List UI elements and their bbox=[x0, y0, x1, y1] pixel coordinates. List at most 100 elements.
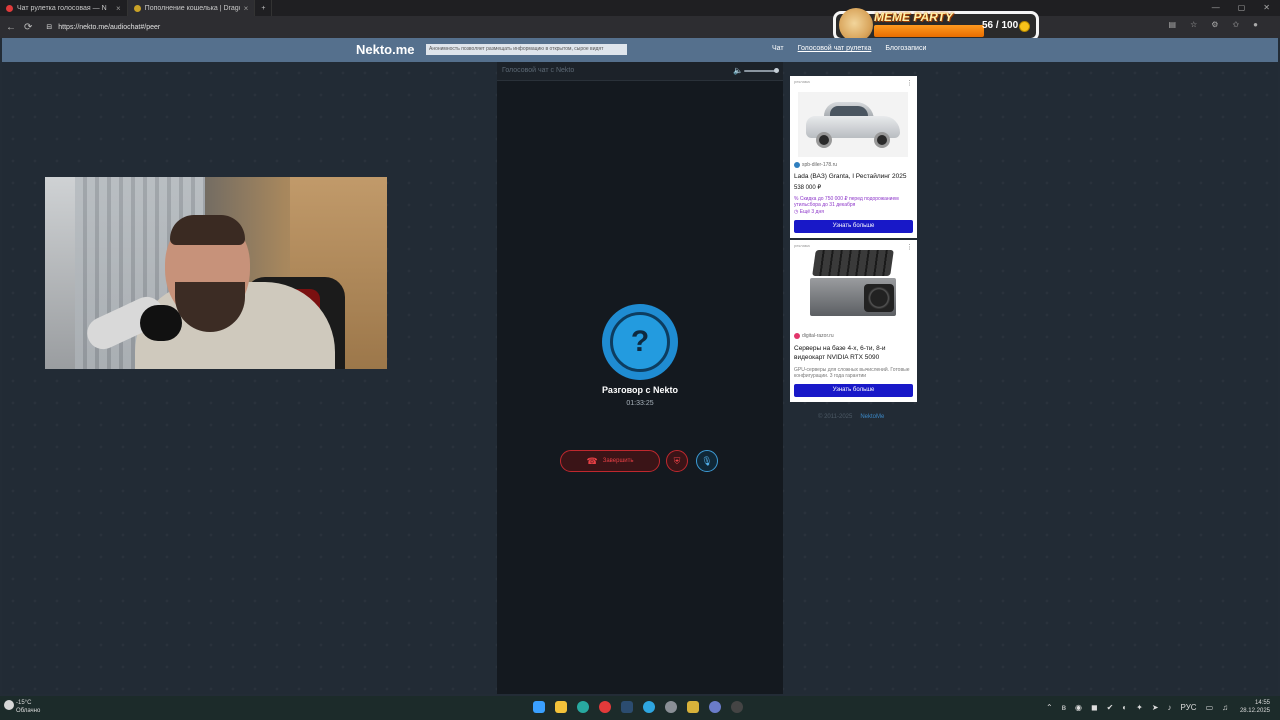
call-title: Разговор с Nekto bbox=[601, 385, 679, 395]
browser-toolbar: ▤ ☆ ⚙ ✩ ● bbox=[1169, 20, 1258, 29]
volume-slider-knob[interactable] bbox=[774, 68, 779, 73]
call-header: Голосовой чат с Nekto 🔈 bbox=[497, 62, 783, 81]
telegram-tray-icon[interactable]: ➤ bbox=[1152, 703, 1159, 712]
system-tray: ⌃ ʙ ◉ ◼ ✔ ◐ ✦ ➤ ♪ РУС ▭ ♫ bbox=[1046, 703, 1228, 712]
url-field[interactable]: ⊟ https://nekto.me/audiochat#/peer bbox=[40, 20, 820, 34]
doge-icon bbox=[839, 8, 873, 42]
mic-tray-icon[interactable]: ♪ bbox=[1168, 703, 1172, 712]
windows-taskbar: -15°C Облачно ⌃ ʙ ◉ ◼ ✔ ◐ ✦ ➤ ♪ РУС ▭ ♫ … bbox=[0, 696, 1280, 720]
hangup-label: Завершить bbox=[602, 458, 634, 464]
domain-icon bbox=[794, 162, 800, 168]
file-explorer-icon[interactable] bbox=[555, 701, 567, 713]
volume-icon[interactable]: 🔈 bbox=[733, 66, 743, 75]
start-icon[interactable] bbox=[533, 701, 545, 713]
back-icon[interactable]: ← bbox=[6, 22, 16, 33]
tray-app-icon[interactable]: ◼ bbox=[1091, 703, 1098, 712]
nav-voice-roulette[interactable]: Голосовой чат рулетка bbox=[798, 45, 872, 52]
volume-tray-icon[interactable]: ♫ bbox=[1222, 703, 1228, 712]
tray-app-icon[interactable]: ◉ bbox=[1075, 703, 1082, 712]
app-icon[interactable] bbox=[687, 701, 699, 713]
favorites-icon[interactable]: ✩ bbox=[1232, 20, 1239, 29]
profile-icon[interactable]: ● bbox=[1253, 20, 1258, 29]
nav-chat[interactable]: Чат bbox=[772, 45, 784, 52]
voice-call-panel: Голосовой чат с Nekto 🔈 ? Разговор с Nek… bbox=[497, 62, 783, 694]
extensions-icon[interactable]: ⚙ bbox=[1211, 20, 1218, 29]
webcam-overlay bbox=[45, 177, 387, 369]
reload-icon[interactable]: ⟳ bbox=[24, 22, 32, 33]
site-logo[interactable]: Nekto.me bbox=[356, 42, 415, 57]
tab-dragon[interactable]: Пополнение кошелька | Dragon × bbox=[127, 0, 256, 16]
ad-domain: digital-razor.ru bbox=[794, 333, 834, 339]
ad-price: 538 000 ₽ bbox=[794, 185, 822, 191]
nav-blog[interactable]: Блогозаписи bbox=[885, 45, 926, 52]
ad-label: реклама bbox=[794, 79, 810, 84]
reader-icon[interactable]: ▤ bbox=[1169, 20, 1177, 29]
call-timer: 01:33:25 bbox=[626, 400, 654, 407]
maximize-icon[interactable]: ▢ bbox=[1238, 3, 1246, 12]
tab-nekto[interactable]: Чат рулетка голосовая — N × bbox=[0, 0, 128, 16]
cloud-icon bbox=[4, 700, 14, 710]
tray-app-icon[interactable]: ✦ bbox=[1136, 703, 1143, 712]
minimize-icon[interactable]: — bbox=[1212, 3, 1220, 12]
ad-learn-more-button[interactable]: Узнать больше bbox=[794, 384, 913, 397]
meme-party-title: MEME PARTY bbox=[874, 10, 953, 24]
ad-card-car[interactable]: реклама ⋮ spb-diler-178.ru Lada (ВАЗ) Gr… bbox=[790, 76, 917, 238]
clock[interactable]: 14:55 28.12.2025 bbox=[1240, 699, 1270, 715]
weather-widget[interactable]: -15°C Облачно bbox=[16, 699, 40, 715]
display-icon[interactable]: ▭ bbox=[1206, 703, 1214, 712]
yandex-browser-icon[interactable] bbox=[599, 701, 611, 713]
ad-learn-more-button[interactable]: Узнать больше bbox=[794, 220, 913, 233]
tray-app-icon[interactable]: ✔ bbox=[1107, 703, 1114, 712]
footer-link[interactable]: NektoMe bbox=[860, 414, 884, 420]
site-header: Nekto.me Анонимность позволяет размещать… bbox=[2, 38, 1278, 62]
ad-title[interactable]: Lada (ВАЗ) Granta, I Рестайлинг 2025 bbox=[794, 172, 914, 181]
window-controls: — ▢ ✕ bbox=[1212, 3, 1270, 12]
language-indicator[interactable]: РУС bbox=[1181, 703, 1197, 712]
ad-title[interactable]: Серверы на базе 4-х, 6-ти, 8-и видеокарт… bbox=[794, 344, 914, 362]
report-button[interactable]: ⛨ bbox=[666, 450, 688, 472]
domain-icon bbox=[794, 333, 800, 339]
tab-close-icon[interactable]: × bbox=[116, 4, 121, 13]
question-mark-icon: ? bbox=[610, 312, 670, 372]
close-window-icon[interactable]: ✕ bbox=[1263, 3, 1270, 12]
ad-promo-time: ◷ Ещё 3 дня bbox=[794, 209, 824, 215]
obs-icon[interactable] bbox=[731, 701, 743, 713]
ad-domain: spb-diler-178.ru bbox=[794, 162, 837, 168]
tray-app-icon[interactable]: ◐ bbox=[1122, 703, 1127, 712]
mic-toggle-button[interactable]: 🎙 bbox=[696, 450, 718, 472]
more-icon[interactable]: ⋮ bbox=[906, 243, 913, 251]
ad-label: реклама bbox=[794, 243, 810, 248]
ad-card-server[interactable]: реклама ⋮ digital-razor.ru Серверы на ба… bbox=[790, 240, 917, 402]
telegram-icon[interactable] bbox=[643, 701, 655, 713]
tab-close-icon[interactable]: × bbox=[244, 4, 249, 13]
browser-tab-bar: Чат рулетка голосовая — N × Пополнение к… bbox=[0, 0, 1280, 16]
bluetooth-icon[interactable]: ʙ bbox=[1062, 703, 1066, 712]
coin-icon bbox=[1019, 21, 1030, 32]
steam-icon[interactable] bbox=[621, 701, 633, 713]
new-tab-button[interactable]: + bbox=[255, 0, 273, 16]
tab-title: Чат рулетка голосовая — N bbox=[17, 4, 107, 12]
peer-avatar: ? bbox=[602, 304, 678, 380]
app-icon[interactable] bbox=[709, 701, 721, 713]
more-icon[interactable]: ⋮ bbox=[906, 79, 913, 87]
chevron-up-icon[interactable]: ⌃ bbox=[1046, 703, 1053, 712]
edge-icon[interactable] bbox=[577, 701, 589, 713]
tab-title: Пополнение кошелька | Dragon bbox=[144, 4, 240, 12]
bookmark-icon[interactable]: ☆ bbox=[1190, 20, 1197, 29]
footer-copyright: © 2011-2025 NektoMe bbox=[818, 414, 885, 420]
shield-icon: ⛨ bbox=[673, 455, 681, 466]
header-notice: Анонимность позволяет размещать информац… bbox=[426, 44, 627, 55]
call-header-title: Голосовой чат с Nekto bbox=[502, 67, 575, 74]
meme-party-widget: MEME PARTY 56 / 100 bbox=[833, 8, 1039, 42]
site-nav: Чат Голосовой чат рулетка Блогозаписи bbox=[772, 45, 926, 52]
hangup-button[interactable]: ☎ Завершить bbox=[560, 450, 660, 472]
meme-progress-bar bbox=[874, 25, 984, 37]
mic-icon: 🎙 bbox=[701, 455, 713, 466]
car-image bbox=[798, 92, 908, 157]
url-text: https://nekto.me/audiochat#/peer bbox=[58, 23, 161, 31]
phone-hangup-icon: ☎ bbox=[586, 455, 598, 466]
site-info-icon[interactable]: ⊟ bbox=[46, 23, 52, 31]
address-bar: ← ⟳ ⊟ https://nekto.me/audiochat#/peer ▤… bbox=[0, 16, 1280, 38]
settings-icon[interactable] bbox=[665, 701, 677, 713]
volume-slider[interactable] bbox=[744, 70, 778, 72]
